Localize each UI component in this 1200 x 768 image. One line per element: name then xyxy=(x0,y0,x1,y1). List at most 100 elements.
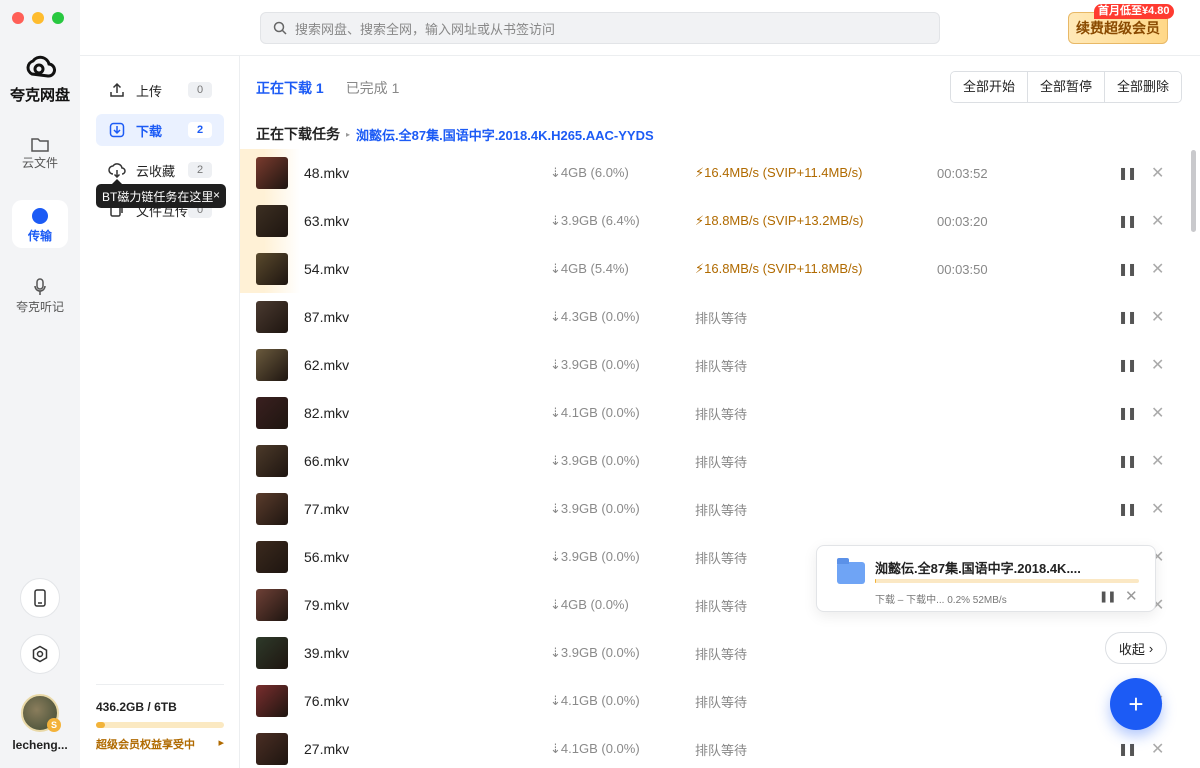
rail-item-transfer[interactable]: 传输 xyxy=(12,200,68,248)
vip-benefits-link[interactable]: 超级会员权益享受中 ▸ xyxy=(96,736,224,752)
file-name: 54.mkv xyxy=(304,261,350,277)
file-name: 82.mkv xyxy=(304,405,350,421)
file-name: 39.mkv xyxy=(304,645,350,661)
collapse-button[interactable]: 收起 › xyxy=(1105,632,1167,664)
popup-status: 下载 – 下载中... 0.2% 52MB/s xyxy=(875,595,1007,606)
file-size: ⇣4.1GB (0.0%) xyxy=(550,741,640,756)
pause-icon[interactable]: ❚❚ xyxy=(1118,502,1137,516)
task-row[interactable]: 77.mkv ⇣3.9GB (0.0%) 排队等待 ❚❚ ✕ xyxy=(240,485,1188,533)
task-status: ⚡16.4MB/s (SVIP+11.4MB/s) xyxy=(695,165,863,180)
sidebar-item-download[interactable]: 下载 2 xyxy=(96,114,224,146)
breadcrumb-root[interactable]: 正在下载任务 xyxy=(256,124,340,144)
file-size: ⇣4GB (6.0%) xyxy=(550,165,629,180)
add-task-button[interactable]: + xyxy=(1110,678,1162,730)
pause-icon[interactable]: ❚❚ xyxy=(1118,214,1137,228)
app-window: 夸克网盘 云文件 传输 夸克听记 S lecheng... 搜索网盘、搜索全网，… xyxy=(0,0,1200,768)
start-all-button[interactable]: 全部开始 xyxy=(950,72,1027,102)
tooltip-close-icon[interactable]: × xyxy=(213,188,220,202)
file-name: 87.mkv xyxy=(304,309,350,325)
folder-icon xyxy=(31,138,49,152)
task-row[interactable]: 63.mkv ⇣3.9GB (6.4%) ⚡18.8MB/s (SVIP+13.2M… xyxy=(240,197,1188,245)
pause-icon[interactable]: ❚❚ xyxy=(1118,742,1137,756)
video-thumbnail xyxy=(256,157,288,189)
file-size: ⇣4GB (0.0%) xyxy=(550,597,629,612)
folder-icon xyxy=(837,558,865,584)
task-row[interactable]: 48.mkv ⇣4GB (6.0%) ⚡16.4MB/s (SVIP+11.4MB/… xyxy=(240,149,1188,197)
tab-downloading[interactable]: 正在下载 1 xyxy=(256,78,324,98)
time-remaining: 00:03:52 xyxy=(937,165,988,181)
task-status: 排队等待 xyxy=(695,406,748,422)
close-icon[interactable]: ✕ xyxy=(1151,211,1164,231)
vip-badge-icon: S xyxy=(47,718,61,732)
maximize-window-button[interactable] xyxy=(52,12,64,24)
scrollbar[interactable] xyxy=(1191,150,1196,232)
sidebar-item-upload[interactable]: 上传 0 xyxy=(96,74,224,106)
sidebar-item-count: 2 xyxy=(188,162,212,178)
close-icon[interactable]: ✕ xyxy=(1151,499,1164,519)
gear-icon xyxy=(32,645,48,663)
close-icon[interactable]: ✕ xyxy=(1151,259,1164,279)
task-row[interactable]: 62.mkv ⇣3.9GB (0.0%) 排队等待 ❚❚ ✕ xyxy=(240,341,1188,389)
chevron-right-icon: ▸ xyxy=(218,737,224,749)
pause-icon[interactable]: ❚❚ xyxy=(1118,166,1137,180)
task-row[interactable]: 39.mkv⇣3.9GB (0.0%)排队等待❚❚✕ xyxy=(240,629,1188,677)
file-size: ⇣3.9GB (0.0%) xyxy=(550,645,640,660)
app-logo: 夸克网盘 xyxy=(0,52,80,105)
task-row[interactable]: 27.mkv ⇣4.1GB (0.0%) 排队等待 ❚❚ ✕ xyxy=(240,725,1188,768)
transfer-sidebar: 上传 0 下载 2 云收藏 2 文件互传 0 436.2GB / 6TB 超级会… xyxy=(80,56,240,768)
task-status: 排队等待 xyxy=(695,646,748,662)
breadcrumb: 正在下载任务 ▸ 洳懿伝.全87集.国语中字.2018.4K.H265.AAC-… xyxy=(256,124,654,144)
pause-icon[interactable]: ❚❚ xyxy=(1099,590,1116,603)
task-row[interactable]: 66.mkv ⇣3.9GB (0.0%) 排队等待 ❚❚ ✕ xyxy=(240,437,1188,485)
top-bar: 搜索网盘、搜索全网，输入网址或从书签访问 续费超级会员 首月低至¥4.80 xyxy=(80,0,1200,56)
close-icon[interactable]: ✕ xyxy=(1151,403,1164,423)
task-row[interactable]: 54.mkv ⇣4GB (5.4%) ⚡16.8MB/s (SVIP+11.8MB/… xyxy=(240,245,1188,293)
file-name: 27.mkv xyxy=(304,741,350,757)
close-icon[interactable]: ✕ xyxy=(1151,355,1164,375)
close-window-button[interactable] xyxy=(12,12,24,24)
chevron-right-icon: › xyxy=(1148,640,1154,656)
upload-icon xyxy=(108,81,126,99)
phone-button[interactable] xyxy=(20,578,60,618)
rail-item-label: 传输 xyxy=(27,229,52,243)
tab-completed[interactable]: 已完成 1 xyxy=(346,78,400,98)
close-icon[interactable]: ✕ xyxy=(1151,307,1164,327)
file-size: ⇣3.9GB (0.0%) xyxy=(550,549,640,564)
sidebar-item-count: 0 xyxy=(188,82,212,98)
task-row[interactable]: 82.mkv ⇣4.1GB (0.0%) 排队等待 ❚❚ ✕ xyxy=(240,389,1188,437)
pause-icon[interactable]: ❚❚ xyxy=(1118,310,1137,324)
rail-item-quark-notes[interactable]: 夸克听记 xyxy=(12,272,68,320)
window-controls xyxy=(12,12,64,24)
task-row[interactable]: 76.mkv⇣4.1GB (0.0%)排队等待❚❚✕ xyxy=(240,677,1188,725)
sidebar-item-label: 下载 xyxy=(136,123,163,139)
minimize-window-button[interactable] xyxy=(32,12,44,24)
search-input[interactable]: 搜索网盘、搜索全网，输入网址或从书签访问 xyxy=(260,12,940,44)
rail-item-label: 云文件 xyxy=(21,156,58,170)
avatar[interactable]: S xyxy=(21,694,61,732)
delete-all-button[interactable]: 全部删除 xyxy=(1103,72,1181,102)
file-name: 48.mkv xyxy=(304,165,350,181)
file-name: 79.mkv xyxy=(304,597,350,613)
video-thumbnail xyxy=(256,301,288,333)
pause-all-button[interactable]: 全部暂停 xyxy=(1026,72,1104,102)
close-icon[interactable]: ✕ xyxy=(1151,451,1164,471)
pause-icon[interactable]: ❚❚ xyxy=(1118,262,1137,276)
close-icon[interactable]: ✕ xyxy=(1125,587,1138,605)
settings-button[interactable] xyxy=(20,634,60,674)
close-icon[interactable]: ✕ xyxy=(1151,739,1164,759)
close-icon[interactable]: ✕ xyxy=(1151,163,1164,183)
video-thumbnail xyxy=(256,733,288,765)
file-size: ⇣3.9GB (0.0%) xyxy=(550,357,640,372)
pause-icon[interactable]: ❚❚ xyxy=(1118,406,1137,420)
transfer-tabs: 正在下载 1 已完成 1 xyxy=(256,78,399,98)
pause-icon[interactable]: ❚❚ xyxy=(1118,358,1137,372)
task-status: 排队等待 xyxy=(695,598,748,614)
video-thumbnail xyxy=(256,349,288,381)
breadcrumb-folder[interactable]: 洳懿伝.全87集.国语中字.2018.4K.H265.AAC-YYDS xyxy=(356,125,654,144)
download-task-list: 48.mkv ⇣4GB (6.0%) ⚡16.4MB/s (SVIP+11.4MB/… xyxy=(240,149,1188,768)
file-size: ⇣3.9GB (0.0%) xyxy=(550,453,640,468)
task-row[interactable]: 87.mkv ⇣4.3GB (0.0%) 排队等待 ❚❚ ✕ xyxy=(240,293,1188,341)
rail-item-cloud-files[interactable]: 云文件 xyxy=(12,130,68,178)
file-name: 66.mkv xyxy=(304,453,350,469)
pause-icon[interactable]: ❚❚ xyxy=(1118,454,1137,468)
